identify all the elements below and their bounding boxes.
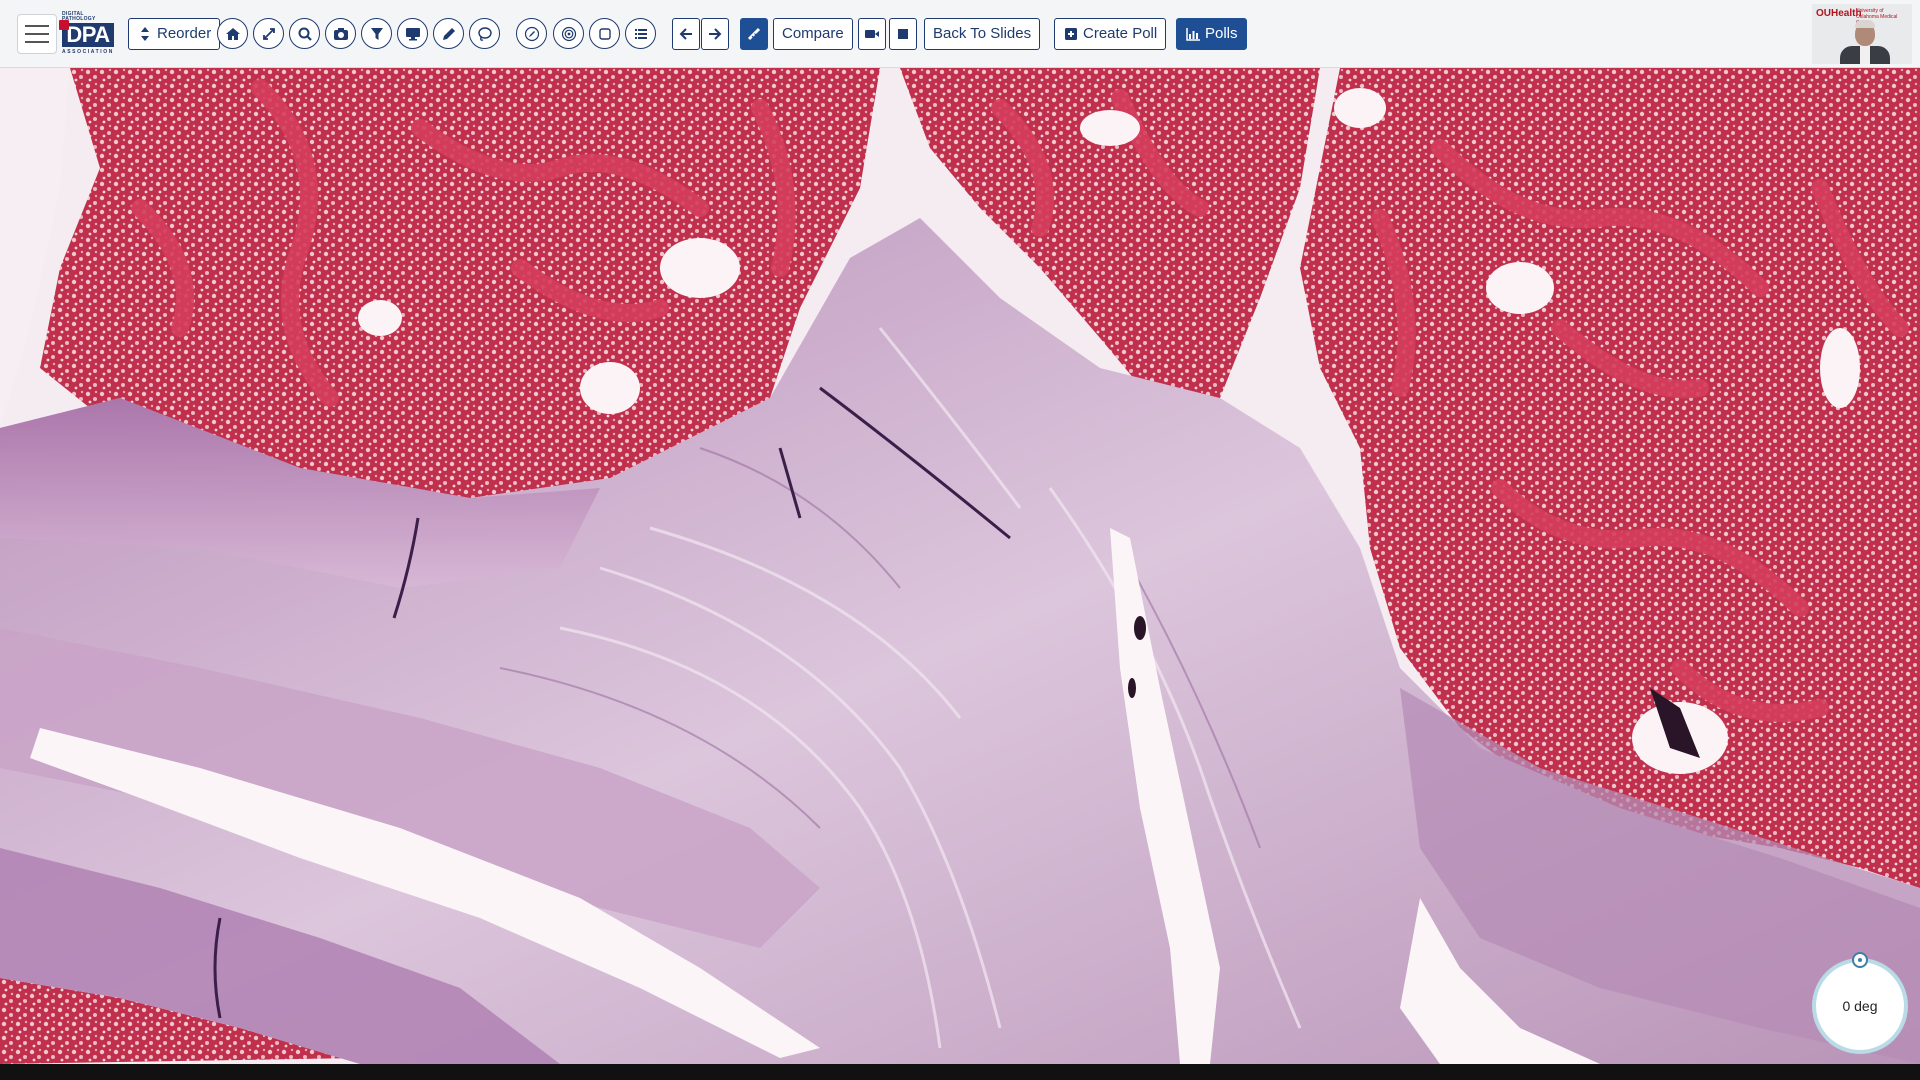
arrow-left-icon	[679, 28, 692, 40]
list-button[interactable]	[625, 18, 656, 49]
polls-label: Polls	[1205, 25, 1238, 42]
rotation-control[interactable]: 0 deg	[1812, 958, 1908, 1054]
logo-small-text: DIGITAL PATHOLOGY	[62, 11, 96, 22]
rotation-label: 0 deg	[1842, 998, 1878, 1014]
monitor-icon	[405, 27, 420, 40]
back-to-slides-label: Back To Slides	[933, 25, 1032, 42]
reorder-button[interactable]: Reorder	[128, 18, 221, 50]
zoom-button[interactable]	[289, 18, 320, 49]
zoom-icon	[298, 27, 312, 41]
square-icon	[598, 27, 611, 40]
next-button[interactable]	[701, 18, 729, 50]
menu-icon[interactable]	[17, 14, 57, 54]
stop-button[interactable]	[889, 18, 917, 50]
logo-text: DPA	[59, 20, 114, 47]
presenter-hair	[1855, 20, 1875, 28]
rectangle-button[interactable]	[589, 18, 620, 49]
polls-button[interactable]: Polls	[1176, 18, 1247, 50]
target-icon	[561, 26, 576, 41]
draw-button[interactable]	[516, 18, 547, 49]
bar-chart-icon	[1186, 28, 1200, 41]
presenter-shirt	[1860, 46, 1870, 64]
reorder-label: Reorder	[157, 25, 212, 42]
home-button[interactable]	[217, 18, 248, 49]
histology-slide-image	[0, 68, 1920, 1064]
expand-icon	[262, 27, 275, 40]
target-button[interactable]	[553, 18, 584, 49]
presenter-video: OUHealth University of Oklahoma Medical …	[1812, 4, 1912, 64]
previous-button[interactable]	[672, 18, 700, 50]
expand-button[interactable]	[253, 18, 284, 49]
video-icon	[865, 30, 879, 38]
sort-icon	[141, 27, 149, 41]
draw-icon	[524, 26, 539, 41]
camera-icon	[333, 27, 348, 40]
lasso-button[interactable]	[469, 18, 500, 49]
snapshot-button[interactable]	[325, 18, 356, 49]
compare-button[interactable]: Compare	[773, 18, 853, 50]
plus-square-icon	[1065, 28, 1077, 40]
dpa-logo: DIGITAL PATHOLOGY DPA ASSOCIATION	[59, 11, 118, 56]
present-button[interactable]	[397, 18, 428, 49]
filter-icon	[370, 27, 383, 40]
list-icon	[634, 28, 647, 39]
ruler-icon	[747, 27, 761, 41]
back-to-slides-button[interactable]: Back To Slides	[924, 18, 1041, 50]
ruler-button[interactable]	[740, 18, 768, 50]
slide-viewer[interactable]	[0, 68, 1920, 1064]
toolbar: DIGITAL PATHOLOGY DPA ASSOCIATION Reorde…	[0, 0, 1920, 68]
pencil-icon	[442, 27, 455, 40]
create-poll-label: Create Poll	[1083, 25, 1158, 42]
rotation-handle-icon[interactable]	[1852, 952, 1868, 968]
create-poll-button[interactable]: Create Poll	[1054, 18, 1167, 50]
compare-label: Compare	[782, 25, 844, 42]
home-icon	[225, 27, 240, 40]
webcam-brand: OUHealth	[1816, 8, 1862, 19]
logo-assoc-text: ASSOCIATION	[62, 49, 114, 55]
pencil-button[interactable]	[433, 18, 464, 49]
lasso-icon	[477, 26, 492, 41]
record-button[interactable]	[858, 18, 886, 50]
filter-button[interactable]	[361, 18, 392, 49]
stop-icon	[898, 29, 908, 39]
arrow-right-icon	[709, 28, 722, 40]
